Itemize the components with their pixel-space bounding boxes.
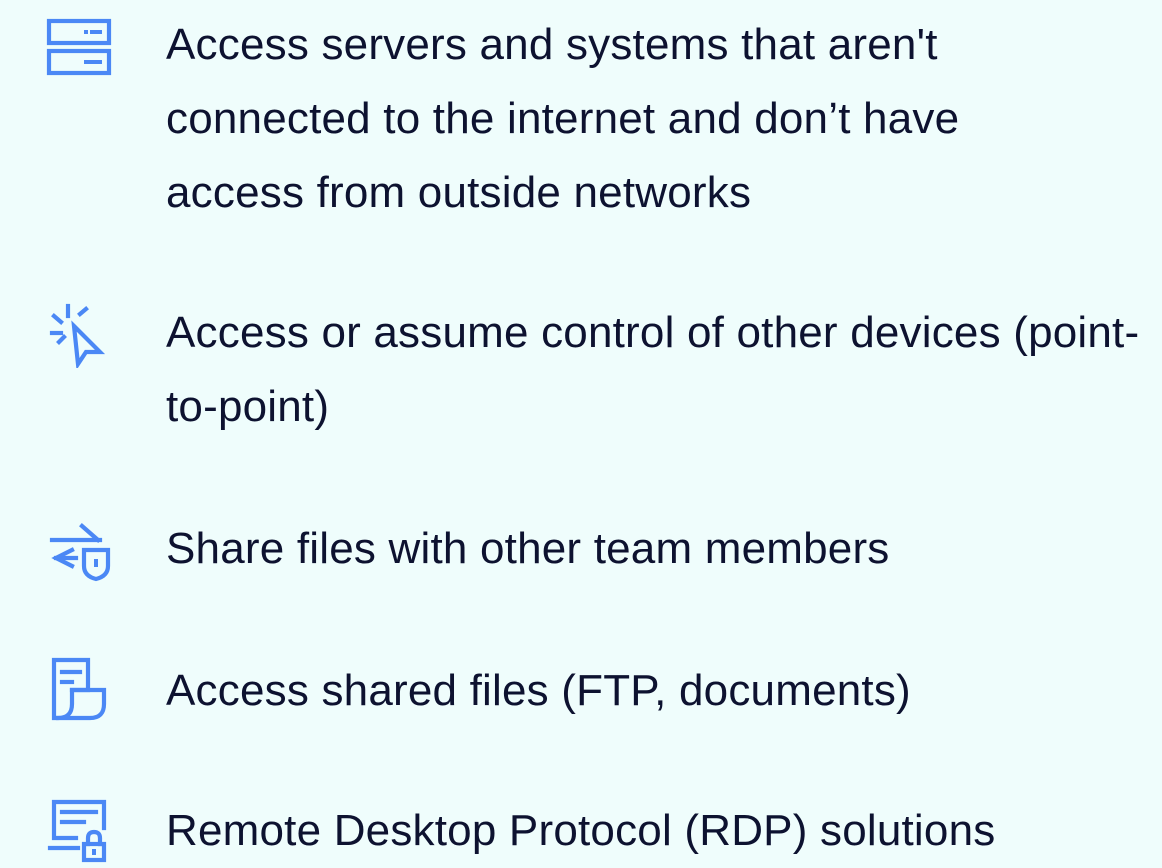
shared-document-icon xyxy=(46,656,112,722)
feature-text: Access servers and systems that aren't c… xyxy=(166,20,960,217)
feature-text: Share files with other team members xyxy=(166,524,890,573)
remote-desktop-lock-icon xyxy=(46,798,112,864)
cursor-click-icon xyxy=(46,302,112,368)
feature-text: Access shared files (FTP, documents) xyxy=(166,666,911,715)
feature-text: Access or assume control of other device… xyxy=(166,308,1140,431)
feature-list: Access servers and systems that aren't c… xyxy=(0,0,1162,864)
secure-transfer-icon xyxy=(46,516,112,582)
feature-text: Remote Desktop Protocol (RDP) solutions xyxy=(166,806,996,855)
server-icon xyxy=(46,16,112,82)
